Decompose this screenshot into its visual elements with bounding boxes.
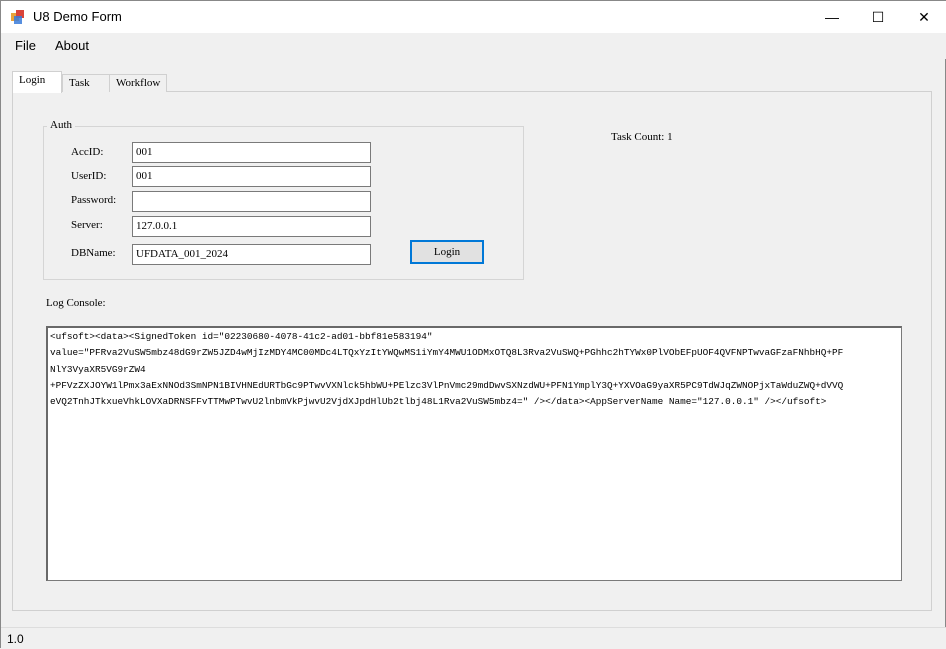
status-bar: 1.0 xyxy=(1,627,946,649)
title-bar: U8 Demo Form — ☐ ✕ xyxy=(1,1,946,33)
window-title: U8 Demo Form xyxy=(33,9,122,24)
accid-label: AccID: xyxy=(71,146,104,158)
app-icon xyxy=(11,10,24,24)
dbname-input[interactable]: UFDATA_001_2024 xyxy=(132,244,371,265)
tab-login[interactable]: Login xyxy=(12,71,62,93)
menu-about[interactable]: About xyxy=(55,38,89,53)
accid-input[interactable]: 001 xyxy=(132,142,371,163)
password-input[interactable] xyxy=(132,191,371,212)
log-console-label: Log Console: xyxy=(46,297,106,309)
userid-label: UserID: xyxy=(71,170,107,182)
server-label: Server: xyxy=(71,219,103,231)
tab-task[interactable]: Task xyxy=(62,74,114,92)
menu-file[interactable]: File xyxy=(15,38,36,53)
task-count: Task Count: 1 xyxy=(611,131,673,143)
userid-input[interactable]: 001 xyxy=(132,166,371,187)
server-input[interactable]: 127.0.0.1 xyxy=(132,216,371,237)
log-console[interactable]: <ufsoft><data><SignedToken id="02230680-… xyxy=(46,326,902,581)
close-button[interactable]: ✕ xyxy=(901,1,946,33)
maximize-button[interactable]: ☐ xyxy=(855,1,901,33)
auth-group-label: Auth xyxy=(47,119,75,131)
login-button[interactable]: Login xyxy=(410,240,484,264)
menu-bar: File About xyxy=(1,33,946,59)
password-label: Password: xyxy=(71,194,117,206)
dbname-label: DBName: xyxy=(71,247,116,259)
minimize-button[interactable]: — xyxy=(809,1,855,33)
status-version: 1.0 xyxy=(7,632,24,646)
tab-workflow[interactable]: Workflow xyxy=(109,74,167,92)
